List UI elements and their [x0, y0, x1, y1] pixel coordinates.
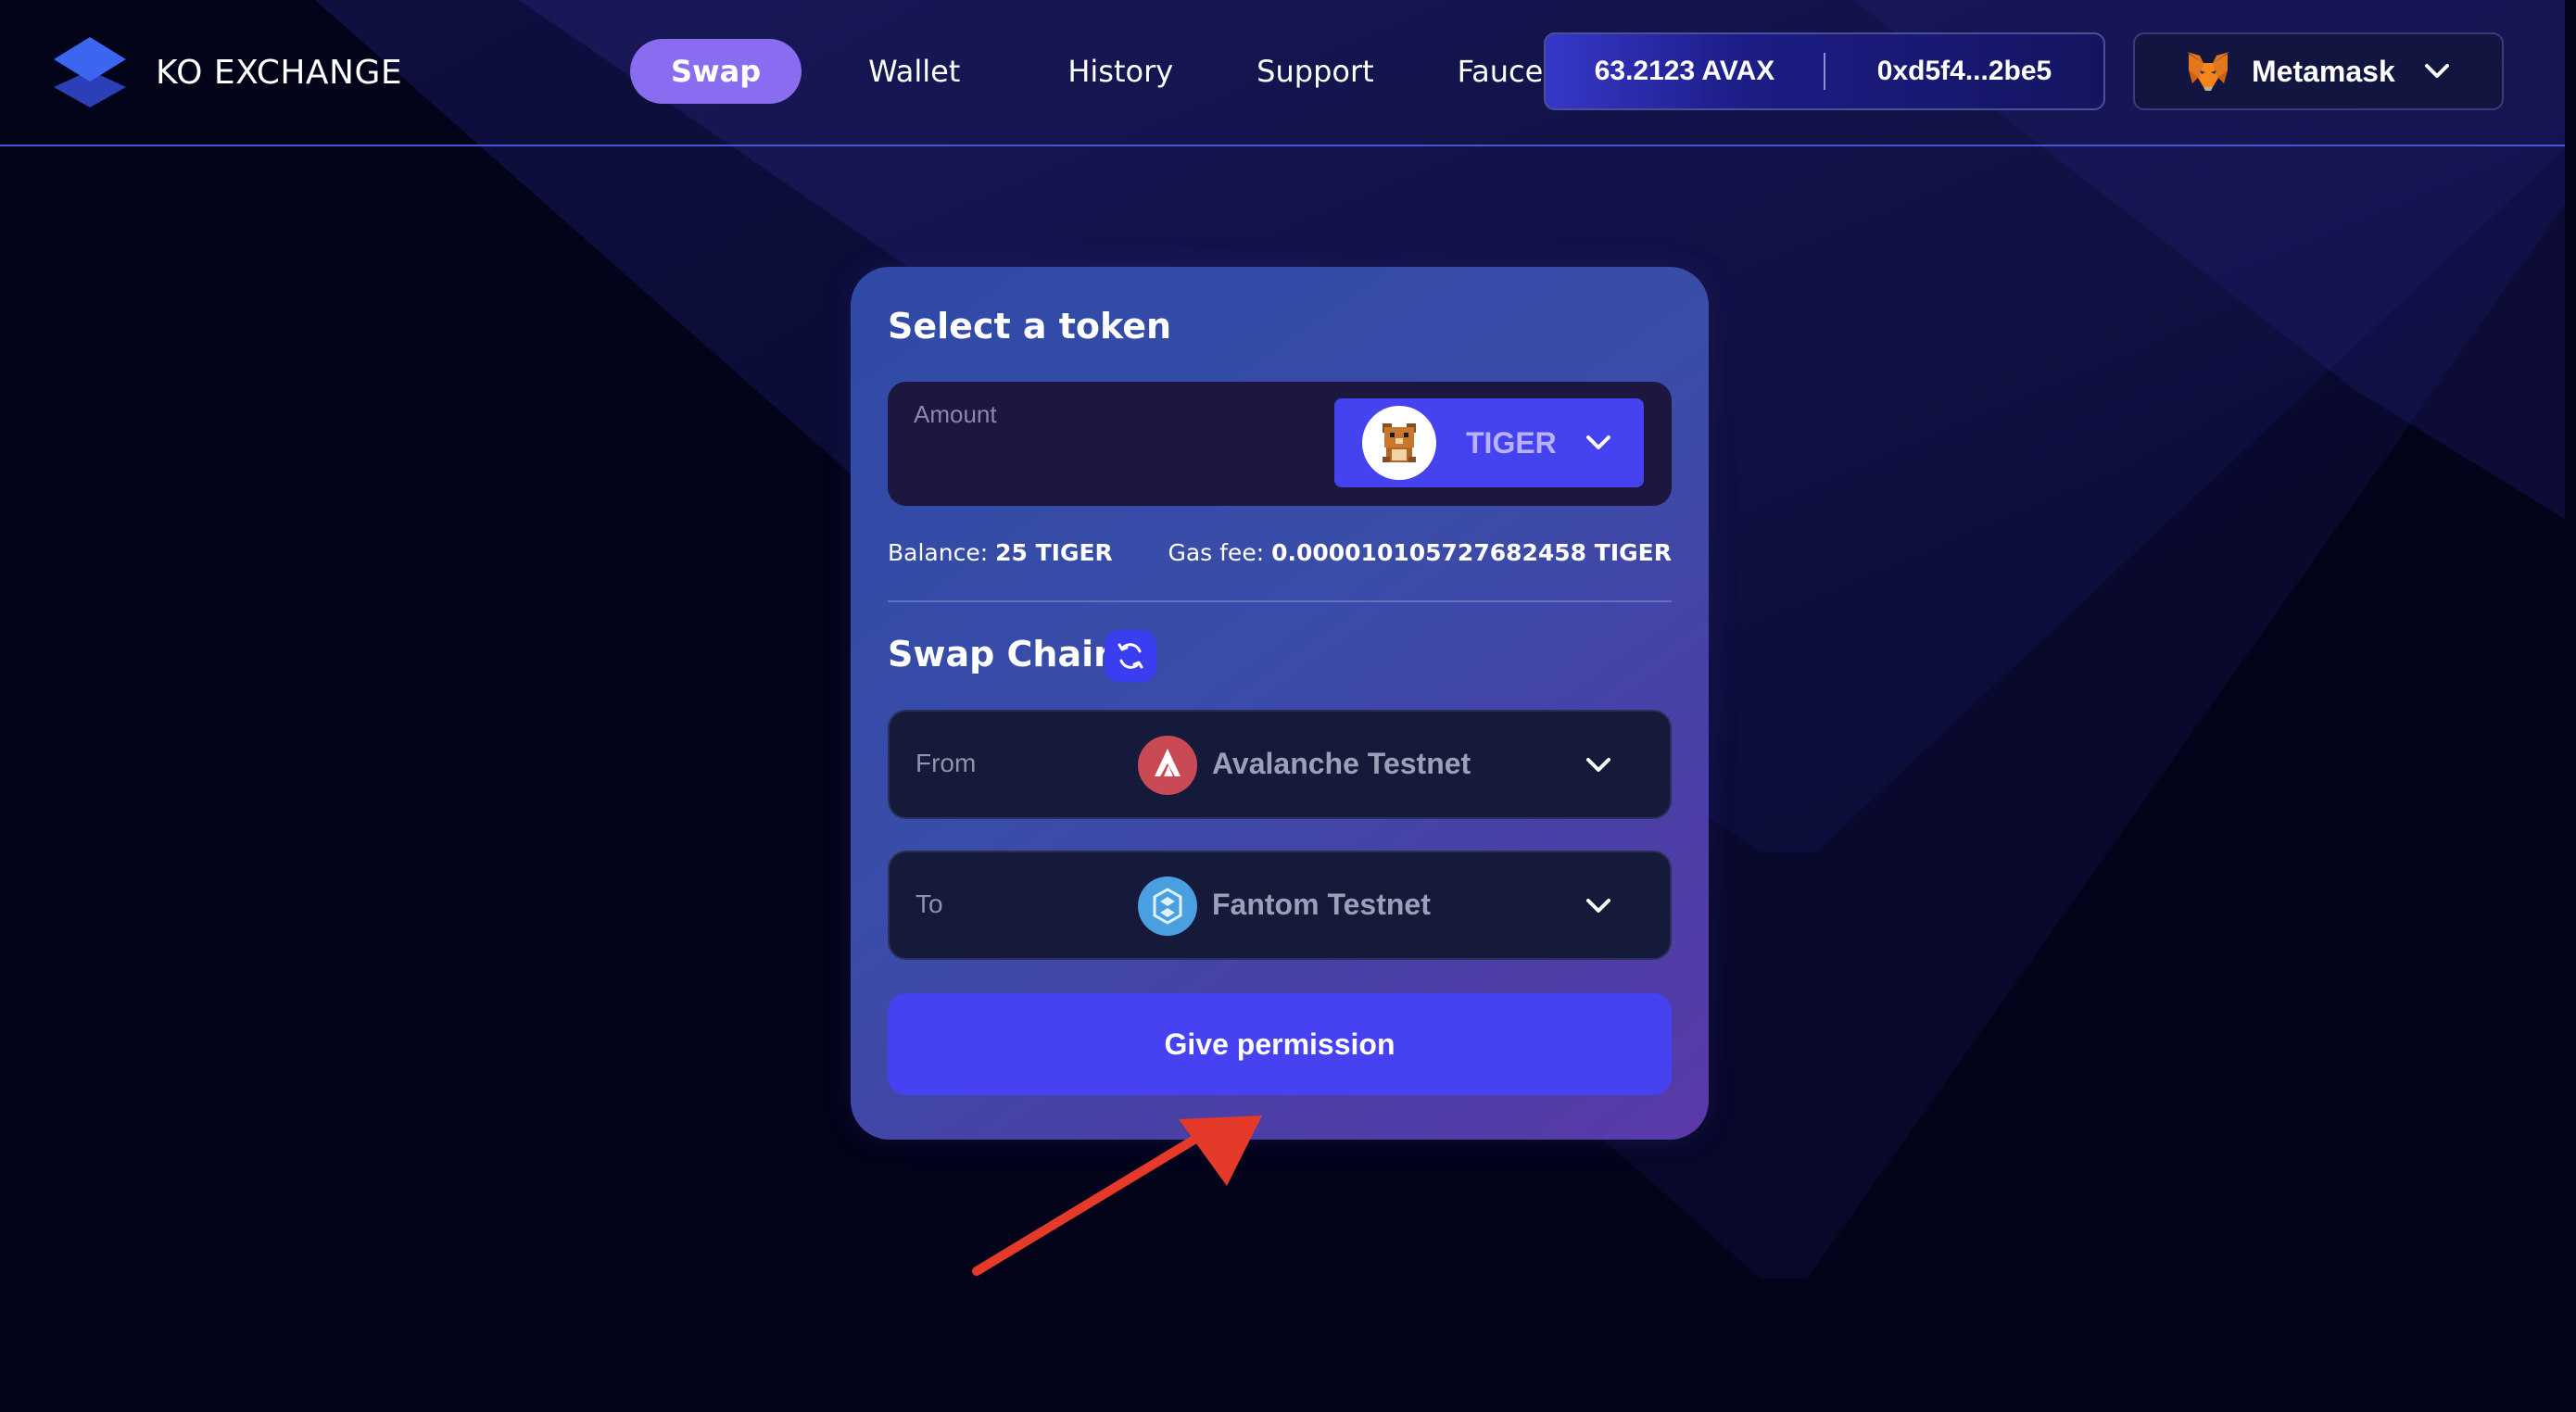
- chevron-down-icon: [2423, 62, 2451, 81]
- swap-chain-title: Swap Chain: [888, 634, 1119, 674]
- brand-name: KO EXCHANGE: [156, 53, 403, 92]
- from-chain-name: Avalanche Testnet: [1212, 747, 1471, 780]
- to-chain-select[interactable]: To Fantom Testnet: [888, 851, 1672, 960]
- gas-label: Gas fee:: [1168, 539, 1265, 566]
- amount-box: Amount TIGER: [888, 382, 1672, 506]
- divider: [888, 600, 1672, 602]
- swap-card: Select a token Amount TIGER Balance: 25 …: [851, 267, 1709, 1140]
- fantom-icon: [1138, 876, 1197, 936]
- to-chain-name: Fantom Testnet: [1212, 888, 1431, 921]
- account-balance: 63.2123 AVAX: [1594, 56, 1775, 86]
- brand-logo[interactable]: KO EXCHANGE: [52, 35, 402, 109]
- metamask-fox-icon: [2185, 50, 2231, 93]
- layers-logo-icon: [52, 35, 128, 109]
- give-permission-button[interactable]: Give permission: [888, 993, 1672, 1095]
- annotation-arrow-icon: [964, 1103, 1269, 1292]
- chevron-down-icon: [1585, 897, 1612, 915]
- chevron-down-icon: [1585, 756, 1612, 775]
- nav-support[interactable]: Support: [1216, 39, 1415, 104]
- balance-info: Balance: 25 TIGER: [888, 539, 1113, 566]
- to-label: To: [915, 889, 943, 918]
- balance-gas-row: Balance: 25 TIGER Gas fee: 0.00001010572…: [888, 534, 1672, 571]
- nav-history[interactable]: History: [1027, 39, 1214, 104]
- nav-wallet[interactable]: Wallet: [827, 39, 1001, 104]
- gas-value: 0.000010105727682458 TIGER: [1271, 539, 1672, 566]
- wallet-selector[interactable]: Metamask: [2133, 32, 2504, 110]
- token-selector[interactable]: TIGER: [1334, 398, 1644, 487]
- balance-value: 25 TIGER: [995, 539, 1113, 566]
- nav-swap[interactable]: Swap: [630, 39, 802, 104]
- swap-refresh-icon[interactable]: [1105, 630, 1156, 682]
- main-nav: Swap Wallet History Support Faucet: [630, 39, 1596, 104]
- top-header: KO EXCHANGE Swap Wallet History Support …: [0, 0, 2565, 146]
- token-name: TIGER: [1466, 425, 1557, 460]
- amount-label: Amount: [914, 400, 997, 428]
- amount-input[interactable]: [914, 437, 1303, 484]
- wallet-label: Metamask: [2252, 54, 2395, 88]
- tiger-token-icon: [1362, 406, 1436, 480]
- account-panel[interactable]: 63.2123 AVAX 0xd5f4...2be5: [1544, 32, 2105, 110]
- avalanche-icon: [1138, 736, 1197, 795]
- gas-fee-info: Gas fee: 0.000010105727682458 TIGER: [1168, 539, 1672, 566]
- balance-label: Balance:: [888, 539, 989, 566]
- card-title: Select a token: [888, 306, 1172, 347]
- from-chain-select[interactable]: From Avalanche Testnet: [888, 710, 1672, 819]
- from-label: From: [915, 749, 977, 777]
- account-address[interactable]: 0xd5f4...2be5: [1825, 56, 2103, 87]
- chevron-down-icon: [1585, 434, 1612, 452]
